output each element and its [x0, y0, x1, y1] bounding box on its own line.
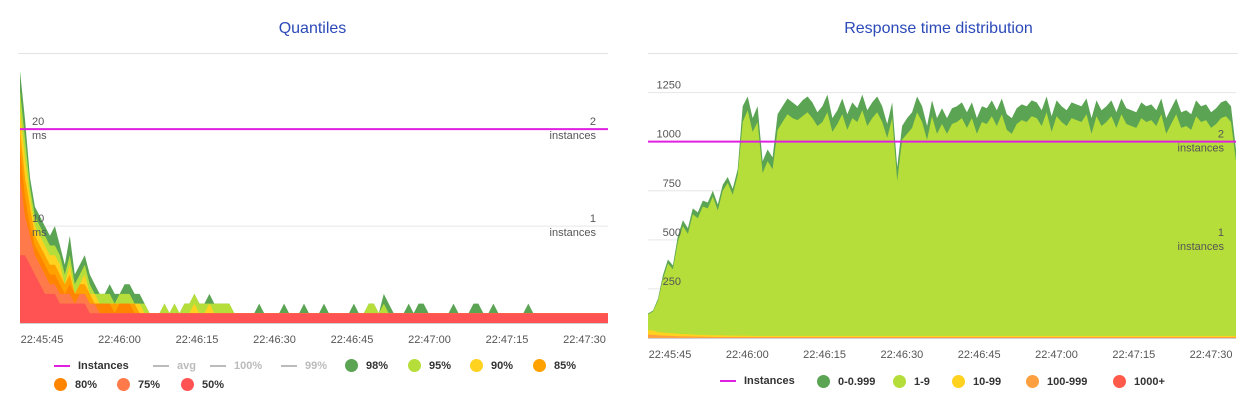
- response-time-panel: Response time distribution 1250 1000 750 50…: [628, 0, 1249, 401]
- instances-tick-label: 1: [590, 213, 596, 225]
- y-tick-label: 1000: [657, 129, 681, 141]
- x-tick-label: 22:47:30: [1190, 349, 1233, 361]
- legend-item-100-[interactable]: 100%: [210, 360, 262, 372]
- x-tick-label: 22:45:45: [21, 334, 64, 346]
- x-tick-label: 22:46:45: [958, 349, 1001, 361]
- legend-item-50-[interactable]: 50%: [181, 378, 224, 391]
- x-tick-label: 22:46:15: [176, 334, 219, 346]
- legend-label: 0-0.999: [838, 375, 876, 388]
- series-area-98-: [20, 71, 608, 323]
- legend-item-85-[interactable]: 85%: [533, 359, 576, 372]
- x-tick-label: 22:47:15: [486, 334, 529, 346]
- legend-dot-icon: [345, 359, 358, 372]
- legend-label: 90%: [491, 359, 514, 372]
- x-tick-label: 22:46:30: [880, 349, 923, 361]
- y-tick-label: 250: [663, 276, 681, 288]
- y-tick-label: 500: [663, 227, 681, 239]
- legend-label: 80%: [75, 378, 98, 391]
- legend-dot-icon: [952, 375, 965, 388]
- legend-line-icon: [720, 380, 736, 382]
- legend-dot-icon: [181, 378, 194, 391]
- legend-line-icon: [54, 365, 70, 367]
- legend-dot-icon: [117, 378, 130, 391]
- legend-dot-icon: [1026, 375, 1039, 388]
- legend-label: 1-9: [914, 375, 930, 388]
- y-tick-label: 750: [663, 178, 681, 190]
- legend-item-90-[interactable]: 90%: [470, 359, 513, 372]
- instances-unit-label: instances: [1178, 241, 1225, 253]
- legend-label: 100%: [234, 360, 263, 372]
- instances-unit-label: instances: [550, 130, 597, 142]
- legend-dot-icon: [470, 359, 483, 372]
- legend-item-avg[interactable]: avg: [153, 360, 196, 372]
- y-tick-label: 1250: [657, 80, 681, 92]
- legend-item-95-[interactable]: 95%: [408, 359, 451, 372]
- legend-label: 100-999: [1047, 375, 1088, 388]
- legend-item-instances[interactable]: Instances: [720, 375, 795, 387]
- instances-tick-label: 2: [590, 116, 596, 128]
- instances-unit-label: instances: [550, 227, 597, 239]
- legend-label: 10-99: [973, 375, 1002, 388]
- y-unit-label: ms: [32, 130, 47, 142]
- legend-dot-icon: [54, 378, 67, 391]
- quantiles-panel: Quantiles 20 ms 10 ms 2 instances 1 instances 22…: [0, 0, 625, 401]
- x-tick-label: 22:46:00: [726, 349, 769, 361]
- legend-dot-icon: [408, 359, 421, 372]
- legend-line-icon: [210, 365, 226, 367]
- legend-item-75-[interactable]: 75%: [117, 378, 160, 391]
- legend-dot-icon: [533, 359, 546, 372]
- legend-dot-icon: [817, 375, 830, 388]
- instances-tick-label: 2: [1218, 129, 1224, 141]
- legend-item-10-99[interactable]: 10-99: [952, 375, 1001, 388]
- x-tick-label: 22:46:15: [803, 349, 846, 361]
- legend-item-1-9[interactable]: 1-9: [893, 375, 930, 388]
- x-tick-label: 22:47:30: [563, 334, 606, 346]
- legend-line-icon: [281, 365, 297, 367]
- legend-item-1000-[interactable]: 1000+: [1113, 375, 1165, 388]
- legend-dot-icon: [1113, 375, 1126, 388]
- x-tick-label: 22:46:30: [253, 334, 296, 346]
- x-tick-label: 22:47:00: [1035, 349, 1078, 361]
- y-tick-label: 10: [32, 213, 44, 225]
- response-time-chart: 1250 1000 750 500 250 2 instances 1 instances 22:…: [648, 80, 1236, 361]
- legend-label: 50%: [202, 378, 225, 391]
- legend-item-80-[interactable]: 80%: [54, 378, 97, 391]
- legend-dot-icon: [893, 375, 906, 388]
- legend-label: 85%: [554, 359, 577, 372]
- legend-label: Instances: [744, 375, 795, 387]
- instances-tick-label: 1: [1218, 227, 1224, 239]
- legend-label: avg: [177, 360, 196, 372]
- legend-label: 95%: [429, 359, 452, 372]
- legend-label: Instances: [78, 360, 129, 372]
- legend-label: 98%: [366, 359, 389, 372]
- instances-unit-label: instances: [1178, 143, 1225, 155]
- x-tick-label: 22:45:45: [649, 349, 692, 361]
- legend-item-100-999[interactable]: 100-999: [1026, 375, 1087, 388]
- legend-line-icon: [153, 365, 169, 367]
- legend-label: 75%: [138, 378, 161, 391]
- legend-item-instances[interactable]: Instances: [54, 360, 129, 372]
- legend-item-98-[interactable]: 98%: [345, 359, 388, 372]
- legend-label: 99%: [305, 360, 328, 372]
- x-tick-label: 22:46:45: [331, 334, 374, 346]
- quantiles-chart: 20 ms 10 ms 2 instances 1 instances 22:45:45 22:4…: [20, 71, 608, 346]
- y-unit-label: ms: [32, 227, 47, 239]
- x-tick-label: 22:47:00: [408, 334, 451, 346]
- legend-item-99-[interactable]: 99%: [281, 360, 327, 372]
- x-tick-label: 22:47:15: [1112, 349, 1155, 361]
- x-tick-label: 22:46:00: [98, 334, 141, 346]
- legend-item-0-0-999[interactable]: 0-0.999: [817, 375, 875, 388]
- legend-label: 1000+: [1134, 375, 1165, 388]
- series-area-1-9: [648, 110, 1236, 338]
- y-tick-label: 20: [32, 116, 44, 128]
